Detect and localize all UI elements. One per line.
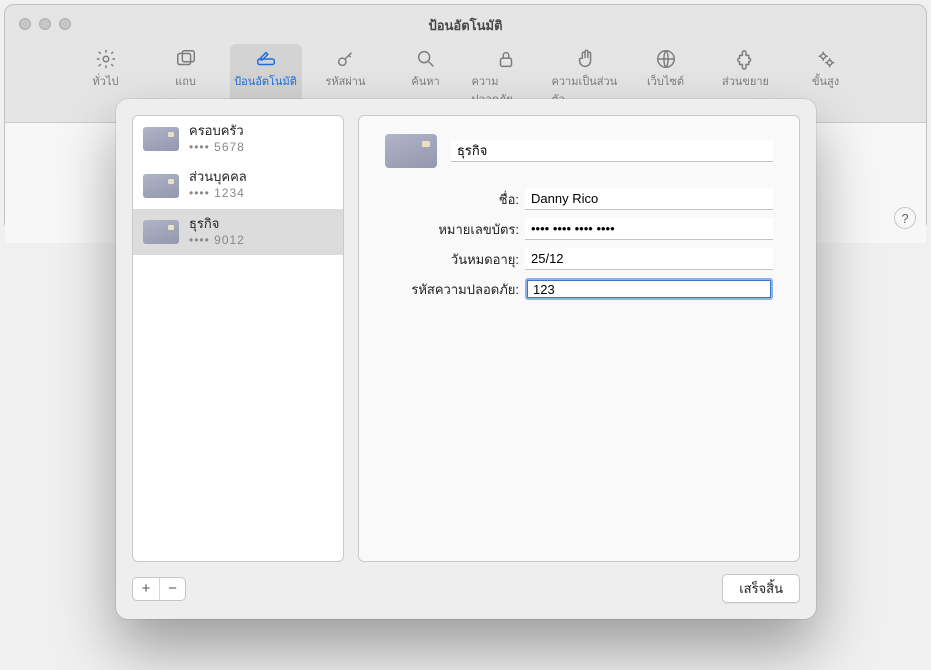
help-button[interactable]: ? [894,207,916,229]
tab-label: เว็บไซต์ [647,72,684,90]
card-number-input[interactable] [525,218,773,240]
pencil-field-icon [255,48,277,70]
search-icon [415,48,437,70]
minimize-window-button[interactable] [39,18,51,30]
cardholder-name-label: ชื่อ: [385,189,525,210]
card-description-input[interactable] [451,140,773,162]
card-last4-label: •••• 1234 [189,186,247,202]
credit-cards-sheet: ครอบครัว •••• 5678 ส่วนบุคคล •••• 1234 ธ… [116,99,816,619]
card-name-label: ครอบครัว [189,123,245,140]
traffic-lights [19,18,71,30]
expiry-label: วันหมดอายุ: [385,249,525,270]
gears-icon [815,48,837,70]
card-icon [143,174,179,198]
zoom-window-button[interactable] [59,18,71,30]
card-icon [143,127,179,151]
card-last4-label: •••• 5678 [189,140,245,156]
card-list-item-selected[interactable]: ธุรกิจ •••• 9012 [133,209,343,255]
card-name-label: ธุรกิจ [189,216,245,233]
remove-card-button[interactable]: − [159,578,185,600]
gear-icon [95,48,117,70]
globe-icon [655,48,677,70]
tab-label: ป้อนอัตโนมัติ [234,72,297,90]
tab-label: ส่วนขยาย [722,72,769,90]
card-icon-large [385,134,437,168]
puzzle-icon [735,48,757,70]
done-button[interactable]: เสร็จสิ้น [722,574,800,603]
tabs-icon [175,48,197,70]
card-detail-panel: ชื่อ: หมายเลขบัตร: วันหมดอายุ: รหัสความป… [358,115,800,562]
card-list[interactable]: ครอบครัว •••• 5678 ส่วนบุคคล •••• 1234 ธ… [132,115,344,562]
key-icon [335,48,357,70]
card-number-label: หมายเลขบัตร: [385,219,525,240]
card-list-item[interactable]: ส่วนบุคคล •••• 1234 [133,162,343,208]
card-name-label: ส่วนบุคคล [189,169,247,186]
lock-icon [495,48,517,70]
hand-icon [575,48,597,70]
window-title: ป้อนอัตโนมัติ [5,5,926,36]
tab-label: ทั่วไป [93,72,119,90]
add-card-button[interactable]: + [133,578,159,600]
security-code-label: รหัสความปลอดภัย: [385,279,525,300]
card-icon [143,220,179,244]
card-list-item[interactable]: ครอบครัว •••• 5678 [133,116,343,162]
tab-label: ค้นหา [411,72,439,90]
tab-label: รหัสผ่าน [325,72,365,90]
add-remove-control: + − [132,577,186,601]
close-window-button[interactable] [19,18,31,30]
expiry-input[interactable] [525,248,773,270]
security-code-input[interactable] [525,278,773,300]
tab-label: แถบ [175,72,196,90]
tab-label: ขั้นสูง [812,72,839,90]
cardholder-name-input[interactable] [525,188,773,210]
card-last4-label: •••• 9012 [189,233,245,249]
